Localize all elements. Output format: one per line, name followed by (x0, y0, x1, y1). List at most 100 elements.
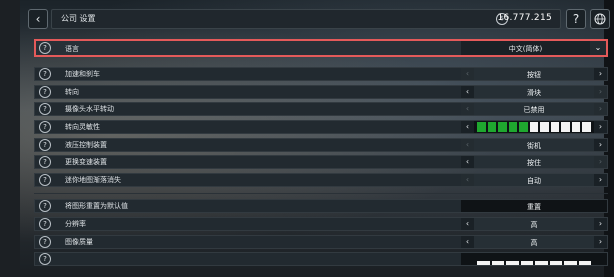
chevron-right-icon[interactable]: › (594, 174, 607, 186)
chevron-left-icon: ‹ (35, 12, 41, 26)
slider-segment-filled (519, 122, 528, 132)
slider-segments (477, 261, 591, 265)
chevron-left-icon[interactable]: ‹ (461, 86, 474, 98)
chevron-left-icon[interactable]: ‹ (461, 139, 474, 151)
reset-button-label: 重置 (527, 203, 541, 211)
slider-segment-empty (550, 122, 560, 132)
chevron-right-icon[interactable]: › (594, 156, 607, 168)
language-value: 中文(简体) (508, 45, 543, 53)
slider-segment-filled (487, 122, 497, 132)
chevron-left-icon[interactable]: ‹ (461, 68, 474, 80)
chevron-right-icon[interactable]: › (594, 103, 607, 115)
setting-row-steering: ? 转向 ‹ 滑块 › (34, 85, 608, 99)
slider-segment-empty (540, 122, 549, 132)
setting-row-gear-shift: ? 更换变速装置 ‹ 按住 › (34, 155, 608, 169)
setting-row-partial: ? (34, 252, 608, 266)
chevron-right-icon[interactable]: › (594, 139, 607, 151)
help-question-icon[interactable]: ? (39, 253, 51, 265)
setting-row-acceleration: ? 加速和刹车 ‹ 按钮 › (34, 67, 608, 81)
slider-segment-empty (491, 261, 504, 265)
setting-row-hydraulics: ? 液压控制装置 ‹ 街机 › (34, 138, 608, 152)
chevron-right-icon[interactable]: › (594, 86, 607, 98)
left-frame (0, 0, 20, 277)
chevron-left-icon[interactable]: ‹ (461, 218, 474, 230)
settings-panel: ? 语言 中文(简体) ⌄ ? 加速和刹车 ‹ 按钮 › ? 转向 ‹ 滑块 ›… (28, 33, 610, 277)
slider-segment-empty (477, 261, 490, 265)
partial-slider[interactable] (461, 253, 607, 265)
help-question-icon[interactable]: ? (39, 103, 51, 115)
sensitivity-slider[interactable]: ‹ › (461, 121, 607, 133)
help-question-icon[interactable]: ? (39, 218, 51, 230)
setting-label: 液压控制装置 (65, 141, 107, 149)
setting-value: 滑块 (527, 89, 541, 97)
setting-selector: ‹ 街机 › (461, 139, 607, 151)
slider-segment-filled (477, 122, 486, 132)
help-question-icon[interactable]: ? (39, 121, 51, 133)
setting-row-minimap-fade: ? 迷你地图渐落消失 ‹ 自动 › (34, 173, 608, 187)
help-question-icon[interactable]: ? (39, 200, 51, 212)
help-question-icon[interactable]: ? (39, 236, 51, 248)
help-question-icon[interactable]: ? (39, 174, 51, 186)
chevron-left-icon[interactable]: ‹ (461, 174, 474, 186)
setting-value: 街机 (527, 142, 541, 150)
chevron-right-icon[interactable]: › (594, 236, 607, 248)
chevron-right-icon[interactable]: › (594, 68, 607, 80)
chevron-down-icon[interactable]: ⌄ (590, 41, 606, 55)
chevron-left-icon[interactable]: ‹ (461, 121, 474, 133)
setting-value: 高 (530, 239, 538, 247)
slider-segment-empty (582, 122, 592, 132)
language-row[interactable]: ? 语言 中文(简体) ⌄ (34, 39, 608, 57)
slider-segment-empty (561, 122, 570, 132)
slider-segment-empty (529, 122, 539, 132)
setting-label: 转向 (65, 88, 79, 96)
slider-segment-empty (520, 261, 533, 265)
slider-segment-empty (506, 261, 519, 265)
slider-segments (477, 122, 592, 132)
slider-segment-empty (535, 261, 548, 265)
setting-value: 高 (530, 221, 538, 229)
slider-segment-filled (498, 122, 507, 132)
chevron-right-icon[interactable]: › (594, 121, 607, 133)
setting-value: 按住 (527, 159, 541, 167)
chevron-left-icon[interactable]: ‹ (461, 103, 474, 115)
setting-label: 分辨率 (65, 220, 86, 228)
section-divider (34, 193, 608, 194)
setting-selector: ‹ 高 › (461, 218, 607, 230)
slider-segment-empty (578, 261, 591, 265)
top-bar: ‹ 公司 设置 $ 16.777.215 ? (28, 9, 610, 30)
setting-selector: ‹ 按钮 › (461, 68, 607, 80)
language-dropdown[interactable]: 中文(简体) (461, 41, 590, 55)
globe-button[interactable] (590, 9, 610, 29)
back-button[interactable]: ‹ (28, 9, 48, 29)
setting-selector: ‹ 高 › (461, 236, 607, 248)
breadcrumb: 公司 设置 (61, 14, 96, 23)
help-question-icon[interactable]: ? (39, 68, 51, 80)
setting-label: 迷你地图渐落消失 (65, 176, 121, 184)
setting-label: 转向灵敏性 (65, 123, 100, 131)
chevron-right-icon[interactable]: › (594, 218, 607, 230)
help-question-icon[interactable]: ? (39, 86, 51, 98)
help-button[interactable]: ? (566, 9, 586, 29)
slider-segment-filled (508, 122, 518, 132)
setting-row-image-quality: ? 图像质量 ‹ 高 › (34, 235, 608, 249)
setting-label: 摄像头水平转动 (65, 105, 114, 113)
help-question-icon[interactable]: ? (39, 139, 51, 151)
setting-selector: ‹ 按住 › (461, 156, 607, 168)
setting-row-camera-pan: ? 摄像头水平转动 ‹ 已禁用 › (34, 102, 608, 116)
chevron-left-icon[interactable]: ‹ (461, 236, 474, 248)
setting-row-reset-graphics: ? 将图形重置为默认值 重置 (34, 199, 608, 213)
language-label: 语言 (65, 45, 79, 53)
reset-button[interactable]: 重置 (461, 200, 607, 212)
help-question-icon[interactable]: ? (39, 42, 51, 54)
slider-segment-empty (571, 122, 581, 132)
question-icon: ? (572, 12, 580, 26)
setting-label: 加速和刹车 (65, 70, 100, 78)
setting-value: 按钮 (527, 71, 541, 79)
globe-icon (594, 13, 606, 25)
help-question-icon[interactable]: ? (39, 156, 51, 168)
chevron-left-icon[interactable]: ‹ (461, 156, 474, 168)
setting-label: 将图形重置为默认值 (65, 202, 128, 210)
money-balance: 16.777.215 (497, 13, 552, 23)
setting-value: 自动 (527, 177, 541, 185)
setting-label: 更换变速装置 (65, 158, 107, 166)
